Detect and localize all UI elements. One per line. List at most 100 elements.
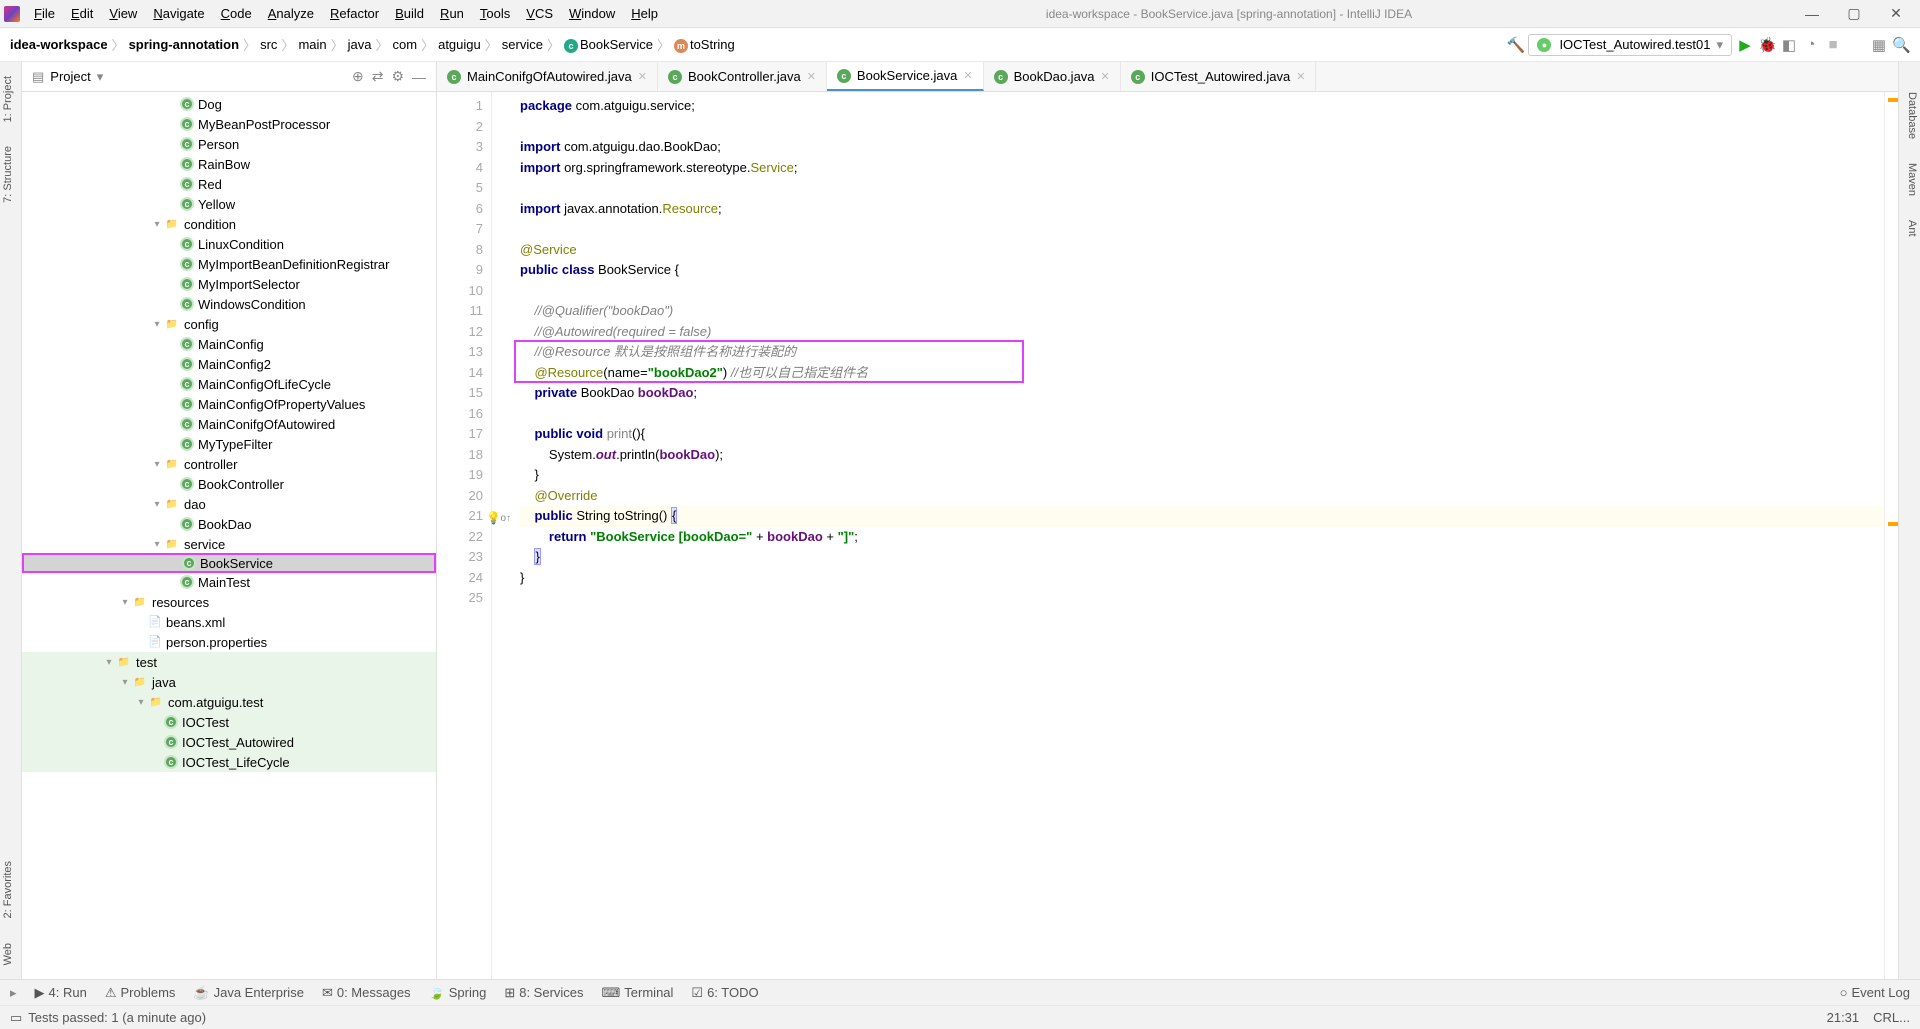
breadcrumb-1[interactable]: spring-annotation: [129, 37, 240, 52]
menu-help[interactable]: Help: [623, 2, 666, 25]
tree-item[interactable]: ▾📁com.atguigu.test: [22, 692, 436, 712]
profile-icon[interactable]: ◔: [1802, 36, 1820, 53]
code-line[interactable]: return "BookService [bookDao=" + bookDao…: [520, 527, 1884, 548]
expand-arrow[interactable]: ▾: [150, 459, 164, 470]
tree-item[interactable]: ▾📁config: [22, 314, 436, 334]
tree-item[interactable]: cLinuxCondition: [22, 234, 436, 254]
close-tab-icon[interactable]: ✕: [963, 69, 972, 82]
menu-window[interactable]: Window: [561, 2, 623, 25]
menu-code[interactable]: Code: [213, 2, 260, 25]
editor-tab[interactable]: cBookController.java✕: [658, 62, 827, 91]
tab-database[interactable]: Database: [1899, 82, 1920, 149]
code-line[interactable]: @Override: [520, 486, 1884, 507]
code-line[interactable]: public void print(){: [520, 424, 1884, 445]
tree-item[interactable]: cMyImportBeanDefinitionRegistrar: [22, 254, 436, 274]
tree-item[interactable]: ▾📁java: [22, 672, 436, 692]
tree-item[interactable]: cMyTypeFilter: [22, 434, 436, 454]
code-line[interactable]: [520, 588, 1884, 609]
breadcrumb-9[interactable]: mtoString: [674, 37, 735, 53]
code-line[interactable]: }: [520, 465, 1884, 486]
coverage-icon[interactable]: ◧: [1780, 36, 1798, 54]
menu-tools[interactable]: Tools: [472, 2, 518, 25]
code-line[interactable]: }: [520, 547, 1884, 568]
code-line[interactable]: package com.atguigu.service;: [520, 96, 1884, 117]
structure-icon[interactable]: ▦: [1870, 36, 1888, 54]
breadcrumb-0[interactable]: idea-workspace: [10, 37, 108, 52]
tree-item[interactable]: 📄person.properties: [22, 632, 436, 652]
stop-icon[interactable]: ■: [1824, 36, 1842, 53]
expand-arrow[interactable]: ▾: [118, 677, 132, 688]
expand-arrow[interactable]: ▾: [150, 319, 164, 330]
expand-arrow[interactable]: ▾: [134, 697, 148, 708]
expand-arrow[interactable]: ▾: [102, 657, 116, 668]
code-body[interactable]: package com.atguigu.service;import com.a…: [492, 92, 1884, 979]
menu-edit[interactable]: Edit: [63, 2, 101, 25]
code-line[interactable]: }: [520, 568, 1884, 589]
bottom-tool-5[interactable]: ⊞8: Services: [504, 985, 583, 1001]
tree-item[interactable]: cMyBeanPostProcessor: [22, 114, 436, 134]
tree-item[interactable]: cIOCTest_Autowired: [22, 732, 436, 752]
breadcrumb-2[interactable]: src: [260, 37, 277, 52]
bottom-tool-7[interactable]: ☑6: TODO: [691, 985, 758, 1001]
locate-icon[interactable]: ⊕: [352, 68, 364, 85]
code-line[interactable]: System.out.println(bookDao);: [520, 445, 1884, 466]
tab-ant[interactable]: Ant: [1899, 210, 1920, 247]
code-line[interactable]: public String toString() {: [520, 506, 1884, 527]
build-icon[interactable]: 🔨: [1506, 36, 1524, 54]
tree-item[interactable]: cMainConfig2: [22, 354, 436, 374]
tab-structure[interactable]: 7: Structure: [0, 136, 21, 213]
code-line[interactable]: [520, 117, 1884, 138]
settings-icon[interactable]: ⚙: [391, 68, 404, 85]
expand-arrow[interactable]: ▾: [150, 219, 164, 230]
editor-tab[interactable]: cMainConifgOfAutowired.java✕: [437, 62, 658, 91]
menu-run[interactable]: Run: [432, 2, 472, 25]
breadcrumb-8[interactable]: cBookService: [564, 37, 653, 53]
tree-item[interactable]: cMyImportSelector: [22, 274, 436, 294]
close-button[interactable]: ✕: [1876, 5, 1916, 22]
tree-item[interactable]: ▾📁condition: [22, 214, 436, 234]
menu-refactor[interactable]: Refactor: [322, 2, 387, 25]
collapse-icon[interactable]: ⇄: [372, 68, 384, 85]
bottom-tool-2[interactable]: ☕Java Enterprise: [193, 985, 304, 1001]
bottom-tool-6[interactable]: ⌨Terminal: [602, 985, 674, 1001]
project-tree[interactable]: cDogcMyBeanPostProcessorcPersoncRainBowc…: [22, 92, 436, 979]
code-line[interactable]: [520, 219, 1884, 240]
code-line[interactable]: //@Qualifier("bookDao"): [520, 301, 1884, 322]
editor-tab[interactable]: cIOCTest_Autowired.java✕: [1121, 62, 1317, 91]
error-stripe[interactable]: [1884, 92, 1898, 979]
code-line[interactable]: @Service: [520, 240, 1884, 261]
debug-icon[interactable]: 🐞: [1758, 36, 1776, 54]
tree-item[interactable]: cMainConifgOfAutowired: [22, 414, 436, 434]
menu-vcs[interactable]: VCS: [518, 2, 561, 25]
editor-tab[interactable]: cBookService.java✕: [827, 62, 984, 91]
code-line[interactable]: //@Autowired(required = false): [520, 322, 1884, 343]
tree-item[interactable]: cBookController: [22, 474, 436, 494]
minimize-button[interactable]: —: [1792, 6, 1832, 22]
expand-arrow[interactable]: ▾: [150, 539, 164, 550]
menu-build[interactable]: Build: [387, 2, 432, 25]
bottom-tool-4[interactable]: 🍃Spring: [429, 985, 487, 1001]
search-icon[interactable]: 🔍: [1892, 36, 1910, 54]
bottom-tool-1[interactable]: ⚠Problems: [105, 985, 176, 1001]
tree-item[interactable]: ▾📁test: [22, 652, 436, 672]
tab-web[interactable]: Web: [0, 933, 21, 975]
hide-icon[interactable]: —: [412, 69, 426, 85]
code-line[interactable]: import org.springframework.stereotype.Se…: [520, 158, 1884, 179]
tab-project[interactable]: 1: Project: [0, 66, 21, 132]
code-line[interactable]: private BookDao bookDao;: [520, 383, 1884, 404]
menu-file[interactable]: File: [26, 2, 63, 25]
code-line[interactable]: [520, 178, 1884, 199]
breadcrumb-3[interactable]: main: [298, 37, 326, 52]
expand-arrow[interactable]: ▾: [118, 597, 132, 608]
code-line[interactable]: [520, 281, 1884, 302]
tree-item[interactable]: cMainConfigOfLifeCycle: [22, 374, 436, 394]
run-config-dropdown[interactable]: ● IOCTest_Autowired.test01 ▾: [1528, 34, 1732, 56]
tree-item[interactable]: cMainConfigOfPropertyValues: [22, 394, 436, 414]
tab-maven[interactable]: Maven: [1899, 153, 1920, 206]
close-tab-icon[interactable]: ✕: [807, 70, 816, 83]
run-icon[interactable]: ▶: [1736, 36, 1754, 54]
menu-view[interactable]: View: [101, 2, 145, 25]
tree-item[interactable]: cWindowsCondition: [22, 294, 436, 314]
breadcrumb-6[interactable]: atguigu: [438, 37, 481, 52]
close-tab-icon[interactable]: ✕: [1101, 70, 1110, 83]
